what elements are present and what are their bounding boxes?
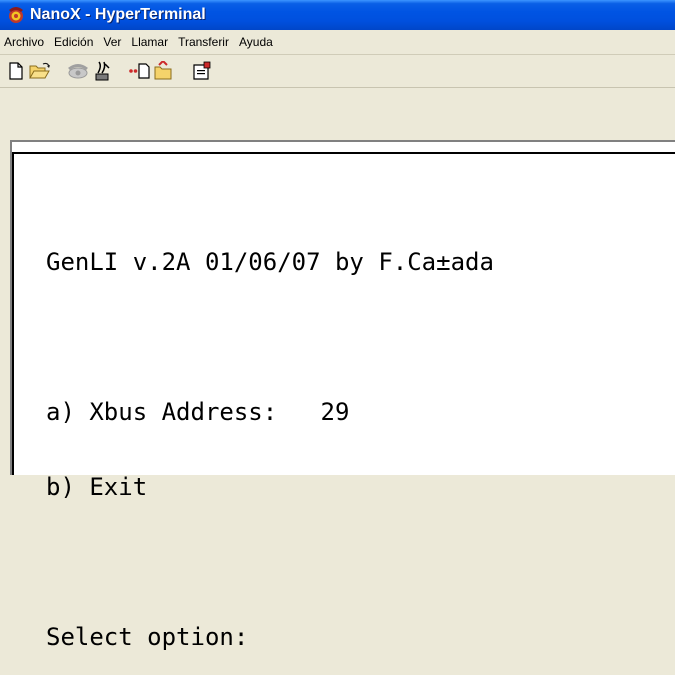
- terminal-line-option-b: b) Exit: [46, 473, 148, 501]
- title-bar[interactable]: NanoX - HyperTerminal: [0, 0, 675, 30]
- hyperterminal-phone-icon: [9, 7, 23, 23]
- new-document-icon[interactable]: [4, 59, 28, 83]
- terminal-line-option-a: a) Xbus Address: 29: [46, 398, 350, 426]
- open-folder-icon[interactable]: [28, 59, 52, 83]
- menu-ver[interactable]: Ver: [99, 35, 127, 49]
- terminal-output: GenLI v.2A 01/06/07 by F.Ca±ada a) Xbus …: [46, 200, 494, 675]
- receive-file-icon[interactable]: [152, 59, 176, 83]
- properties-icon[interactable]: [190, 59, 214, 83]
- toolbar-separator: [0, 87, 675, 88]
- toolbar: [0, 56, 675, 86]
- menu-transferir[interactable]: Transferir: [174, 35, 235, 49]
- menu-ayuda[interactable]: Ayuda: [235, 35, 279, 49]
- menu-bar: Archivo Edición Ver Llamar Transferir Ay…: [0, 30, 675, 54]
- menu-llamar[interactable]: Llamar: [127, 35, 174, 49]
- window-title: NanoX - HyperTerminal: [30, 6, 206, 23]
- menu-separator: [0, 54, 675, 55]
- call-phone-icon[interactable]: [66, 59, 90, 83]
- menu-archivo[interactable]: Archivo: [0, 35, 50, 49]
- disconnect-icon[interactable]: [90, 59, 114, 83]
- menu-edicion[interactable]: Edición: [50, 35, 99, 49]
- terminal-line-prompt: Select option:: [46, 623, 249, 651]
- send-file-icon[interactable]: [128, 59, 152, 83]
- terminal-line-banner: GenLI v.2A 01/06/07 by F.Ca±ada: [46, 248, 494, 276]
